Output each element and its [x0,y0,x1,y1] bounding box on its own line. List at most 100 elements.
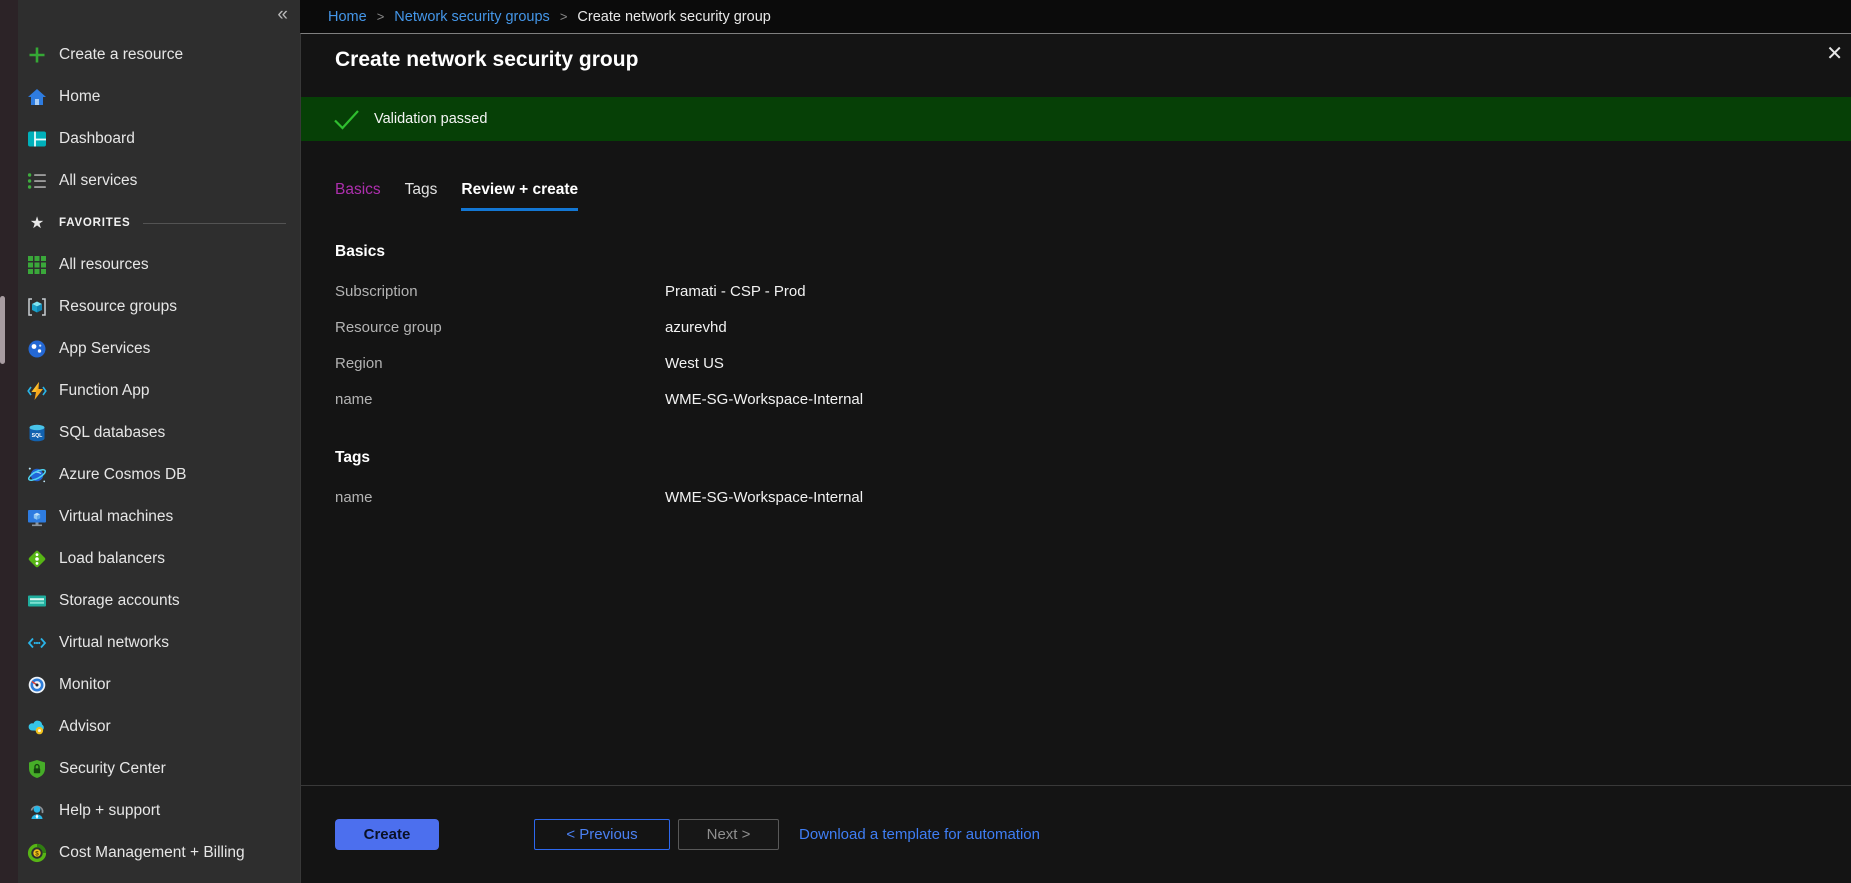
sidebar-item-sql-databases[interactable]: SQL SQL databases [18,412,300,454]
breadcrumb-current: Create network security group [577,9,770,25]
sidebar-item-label: Home [59,88,100,106]
favorites-label: FAVORITES [59,217,131,229]
create-nsg-blade: Create network security group ✕ Validati… [300,33,1851,883]
sidebar-item-cost-management-billing[interactable]: $ Cost Management + Billing [18,832,300,874]
sidebar-item-advisor[interactable]: Advisor [18,706,300,748]
sidebar-item-home[interactable]: Home [18,76,300,118]
help-support-icon [26,800,48,822]
breadcrumb-link-network-security-groups[interactable]: Network security groups [394,9,550,25]
sidebar-item-label: All resources [59,256,149,274]
sidebar-item-all-resources[interactable]: All resources [18,244,300,286]
all-resources-icon [26,254,48,276]
previous-button[interactable]: < Previous [534,819,670,850]
section-heading-basics: Basics [335,243,1851,261]
page-title: Create network security group [335,48,638,72]
edge-scrollbar-thumb[interactable] [0,296,5,364]
breadcrumb-separator: > [560,9,568,24]
app-services-icon [26,338,48,360]
validation-banner: Validation passed [301,97,1851,141]
review-row-subscription: Subscription Pramati - CSP - Prod [335,273,1851,309]
section-heading-tags: Tags [335,449,1851,467]
row-value: azurevhd [665,319,727,336]
sidebar-item-storage-accounts[interactable]: Storage accounts [18,580,300,622]
sidebar-item-load-balancers[interactable]: Load balancers [18,538,300,580]
storage-accounts-icon [26,590,48,612]
sidebar-item-label: Function App [59,382,149,400]
plus-icon [26,44,48,66]
left-edge-strip [0,0,18,883]
checkmark-icon [333,109,360,130]
sidebar-item-azure-cosmos-db[interactable]: Azure Cosmos DB [18,454,300,496]
star-icon: ★ [26,212,48,234]
sidebar-collapse-icon[interactable]: « [277,5,288,24]
main-area: Home > Network security groups > Create … [300,0,1851,883]
review-row-tag-name: name WME-SG-Workspace-Internal [335,479,1851,515]
sidebar-item-label: Load balancers [59,550,165,568]
sidebar-item-label: Create a resource [59,46,183,64]
monitor-icon [26,674,48,696]
create-button[interactable]: Create [335,819,439,850]
sidebar: « Create a resource Home Dashboard [0,0,300,883]
sidebar-item-help-support[interactable]: Help + support [18,790,300,832]
security-center-icon [26,758,48,780]
sidebar-item-label: Resource groups [59,298,177,316]
advisor-icon [26,716,48,738]
sidebar-item-label: Help + support [59,802,160,820]
sidebar-item-dashboard[interactable]: Dashboard [18,118,300,160]
sidebar-nav: Create a resource Home Dashboard [18,34,300,874]
sidebar-item-label: Monitor [59,676,111,694]
sidebar-item-label: Storage accounts [59,592,180,610]
tab-tags[interactable]: Tags [405,181,438,211]
svg-text:$: $ [35,850,39,857]
row-label: Subscription [335,283,665,300]
row-label: Region [335,355,665,372]
cost-management-billing-icon: $ [26,842,48,864]
sidebar-item-virtual-machines[interactable]: Virtual machines [18,496,300,538]
sidebar-item-label: Virtual machines [59,508,173,526]
sidebar-item-label: Virtual networks [59,634,169,652]
azure-cosmos-db-icon [26,464,48,486]
basics-rows: Subscription Pramati - CSP - Prod Resour… [335,273,1851,417]
row-value: Pramati - CSP - Prod [665,283,806,300]
sql-databases-icon: SQL [26,422,48,444]
review-row-region: Region West US [335,345,1851,381]
blade-footer: Create < Previous Next > Download a temp… [301,785,1851,883]
sidebar-item-function-app[interactable]: Function App [18,370,300,412]
sidebar-item-label: Advisor [59,718,111,736]
next-button[interactable]: Next > [678,819,779,850]
sidebar-item-app-services[interactable]: App Services [18,328,300,370]
favorites-divider [143,223,286,224]
row-label: name [335,489,665,506]
sidebar-item-monitor[interactable]: Monitor [18,664,300,706]
row-value: West US [665,355,724,372]
sidebar-item-label: Security Center [59,760,166,778]
sidebar-item-virtual-networks[interactable]: Virtual networks [18,622,300,664]
resource-groups-icon [26,296,48,318]
virtual-machines-icon [26,506,48,528]
download-template-link[interactable]: Download a template for automation [799,826,1040,843]
breadcrumb: Home > Network security groups > Create … [300,0,1851,33]
sidebar-item-label: SQL databases [59,424,165,442]
svg-text:SQL: SQL [32,433,43,439]
close-icon[interactable]: ✕ [1826,44,1843,64]
blade-header: Create network security group ✕ [301,34,1851,96]
tab-bar: Basics Tags Review + create [335,181,1851,211]
tags-rows: name WME-SG-Workspace-Internal [335,479,1851,515]
sidebar-item-all-services[interactable]: All services [18,160,300,202]
load-balancers-icon [26,548,48,570]
sidebar-item-create-a-resource[interactable]: Create a resource [18,34,300,76]
function-app-icon [26,380,48,402]
all-services-icon [26,170,48,192]
sidebar-item-label: Azure Cosmos DB [59,466,186,484]
row-label: name [335,391,665,408]
sidebar-item-security-center[interactable]: Security Center [18,748,300,790]
sidebar-item-label: App Services [59,340,150,358]
tab-basics[interactable]: Basics [335,181,381,211]
sidebar-item-resource-groups[interactable]: Resource groups [18,286,300,328]
tab-review-create[interactable]: Review + create [461,181,578,211]
blade-body: Basics Tags Review + create Basics Subsc… [301,141,1851,785]
sidebar-favorites-header: ★ FAVORITES [18,202,300,244]
sidebar-item-label: All services [59,172,137,190]
breadcrumb-link-home[interactable]: Home [328,9,367,25]
validation-message: Validation passed [374,111,487,127]
